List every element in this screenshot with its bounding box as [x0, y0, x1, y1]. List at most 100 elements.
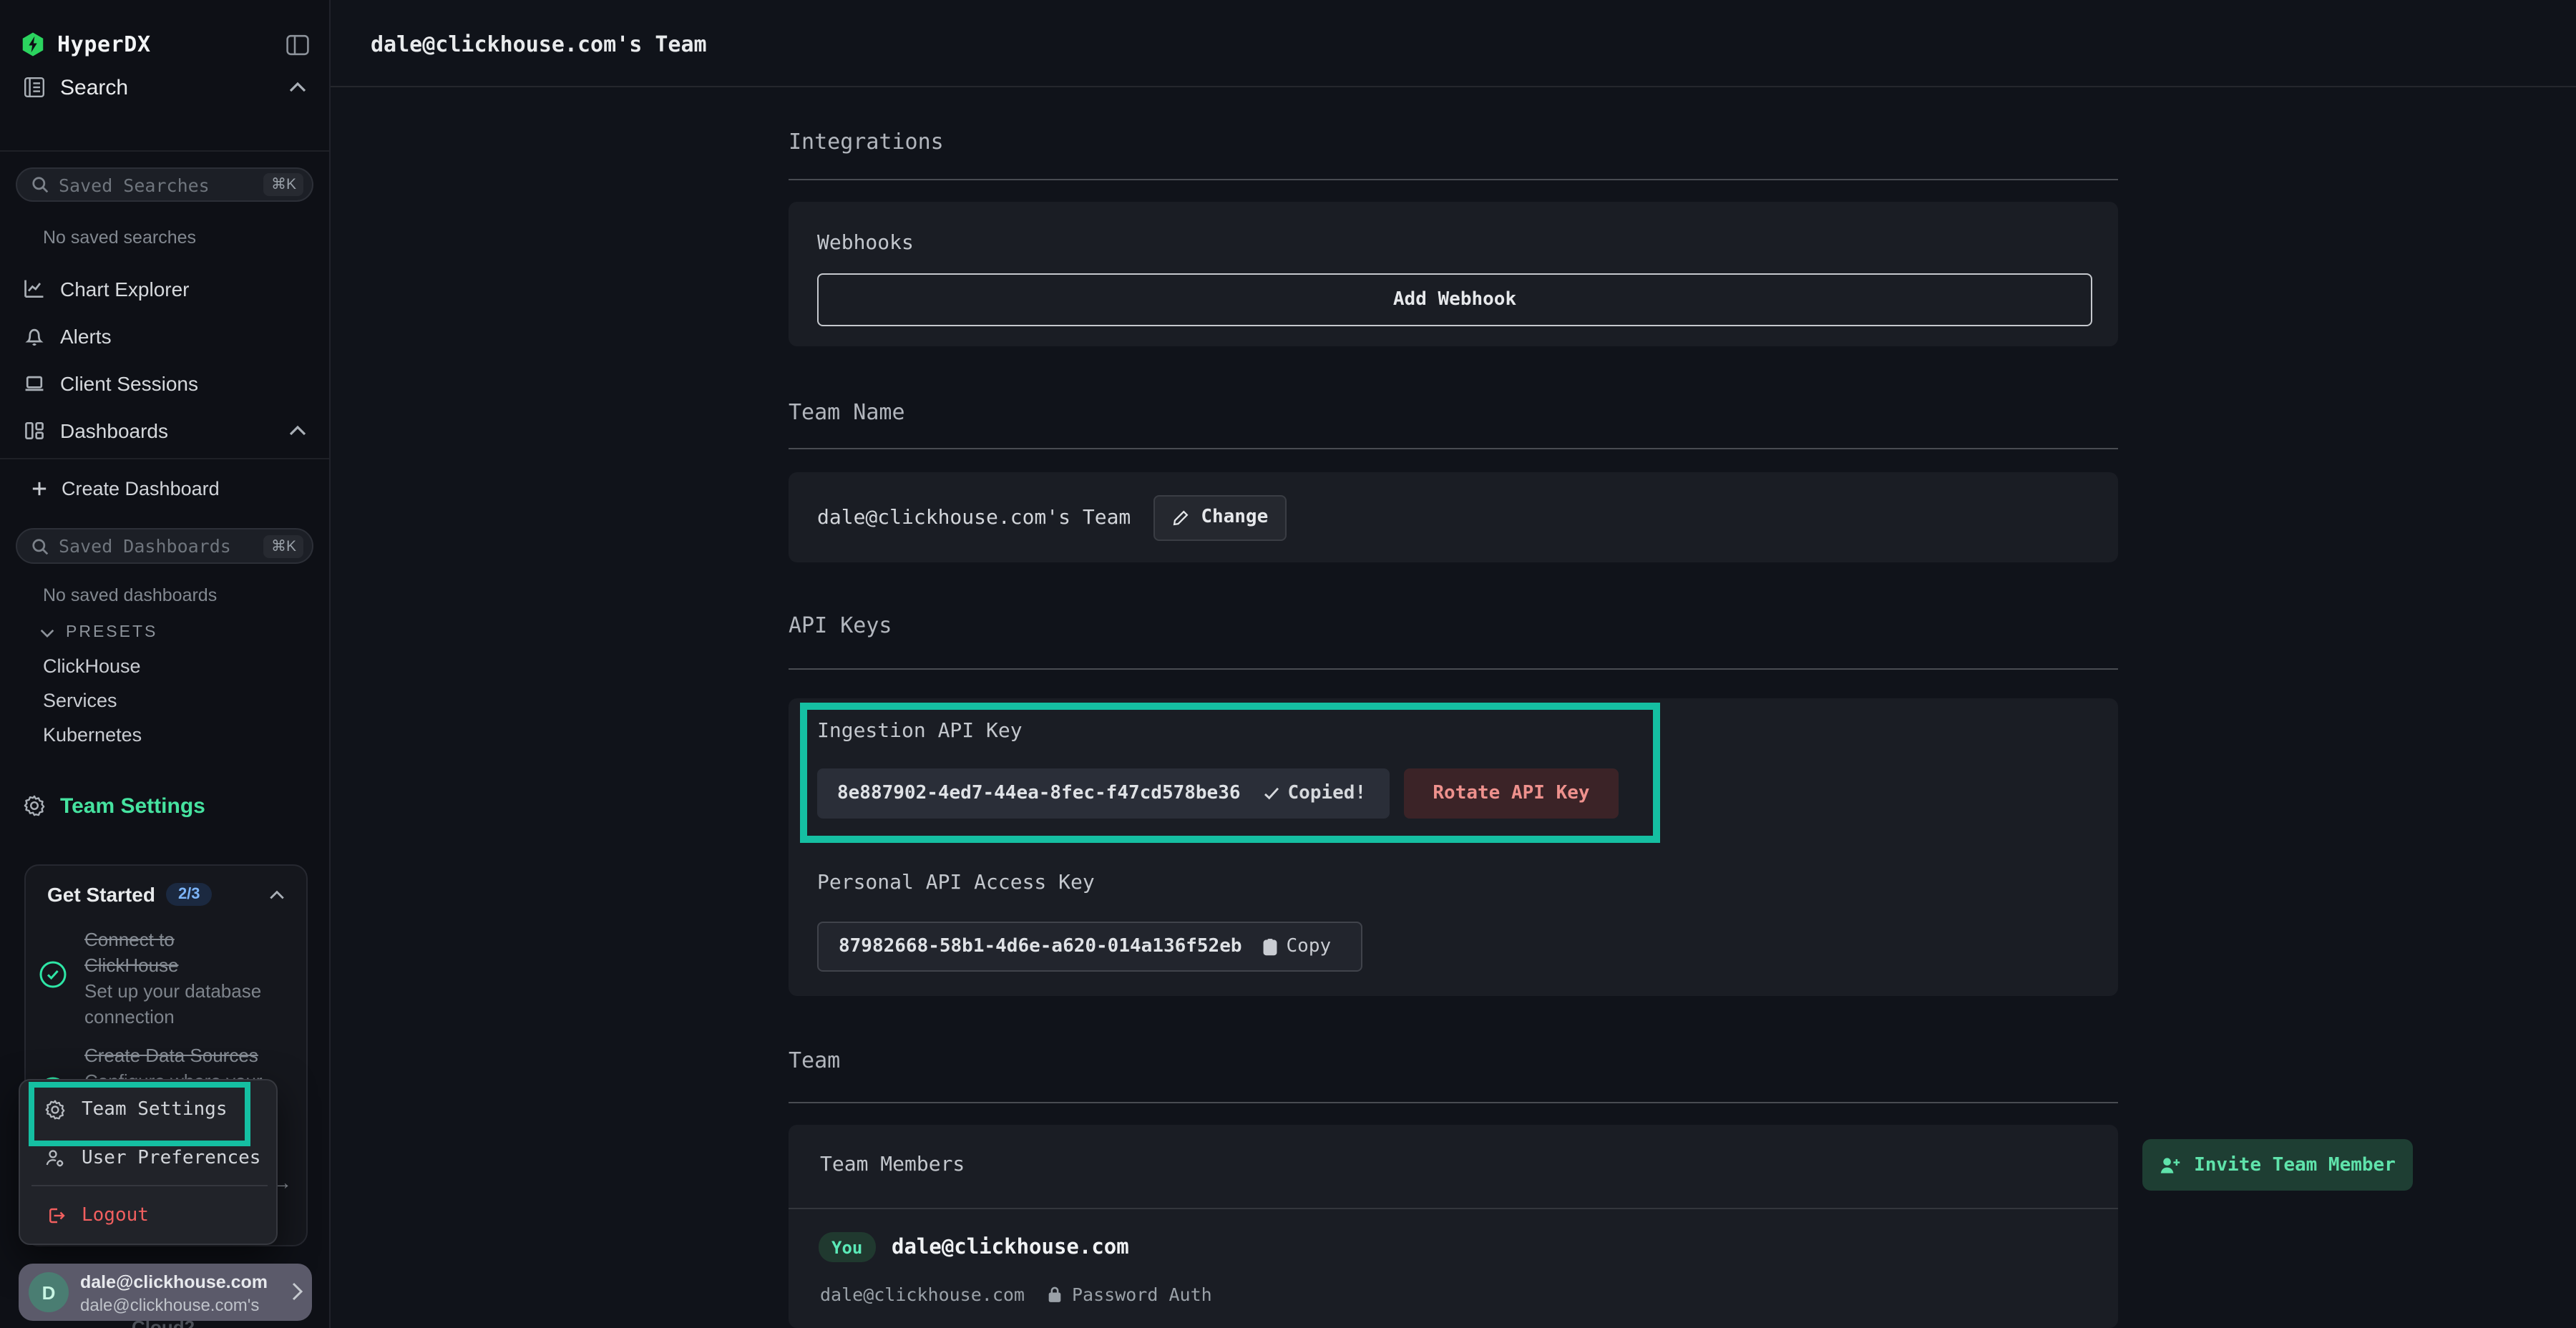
change-label: Change [1201, 507, 1268, 528]
team-name-card: dale@clickhouse.com's Team Change [789, 472, 2118, 562]
rotate-label: Rotate API Key [1433, 783, 1589, 804]
add-webhook-label: Add Webhook [1393, 289, 1516, 311]
section-title-api-keys: API Keys [789, 612, 1647, 638]
chevron-right-icon [292, 1282, 303, 1301]
section-title-integrations: Integrations [789, 129, 1647, 155]
user-team-subtitle: dale@clickhouse.com's [80, 1295, 280, 1315]
sidebar-collapse-icon[interactable] [286, 34, 309, 55]
copy-button[interactable]: Copy [1262, 936, 1332, 957]
api-keys-card: Ingestion API Key 8e887902-4ed7-44ea-8fe… [789, 698, 2118, 996]
chevron-up-icon [269, 889, 285, 899]
copied-indicator: Copied! [1264, 783, 1367, 804]
card-divider [789, 1208, 2118, 1209]
team-name-value: dale@clickhouse.com's Team [817, 506, 1131, 529]
shortcut-badge: ⌘K [264, 173, 303, 196]
step-title: Create Data Sources [84, 1043, 285, 1069]
you-badge: You [819, 1232, 875, 1262]
saved-searches-placeholder: Saved Searches [59, 174, 210, 195]
app-title: HyperDX [57, 31, 151, 57]
preset-kubernetes[interactable]: Kubernetes [43, 720, 301, 748]
saved-dashboards-input[interactable]: Saved Dashboards ⌘K [16, 528, 313, 564]
personal-api-key-chip[interactable]: 87982668-58b1-4d6e-a620-014a136f52eb Cop… [817, 922, 1362, 972]
saved-searches-input[interactable]: Saved Searches ⌘K [16, 167, 313, 202]
user-gear-icon [44, 1148, 66, 1169]
sidebar-section-search[interactable]: Search [23, 69, 306, 106]
sidebar-item-alerts[interactable]: Alerts [23, 319, 306, 353]
menu-item-label: Logout [82, 1205, 149, 1226]
check-circle-icon [39, 960, 67, 989]
clipboard-icon [1262, 937, 1278, 956]
team-members-label: Team Members [820, 1153, 965, 1176]
no-saved-searches-text: No saved searches [43, 228, 196, 248]
sidebar-item-dashboards[interactable]: Dashboards [23, 414, 306, 448]
person-plus-icon [2160, 1156, 2181, 1174]
rotate-api-key-button[interactable]: Rotate API Key [1404, 768, 1619, 819]
search-icon [31, 537, 49, 555]
section-title-team: Team [789, 1048, 1647, 1073]
member-details-row: dale@clickhouse.com Password Auth [820, 1284, 1212, 1305]
no-saved-dashboards-text: No saved dashboards [43, 585, 217, 605]
main-area: dale@clickhouse.com's Team Integrations … [329, 0, 2576, 1328]
nav-label: Dashboards [60, 419, 168, 442]
get-started-progress-badge: 2/3 [167, 883, 212, 906]
menu-item-logout[interactable]: Logout [20, 1196, 279, 1235]
divider [0, 150, 329, 152]
avatar: D [29, 1272, 69, 1312]
preset-label: Services [43, 689, 117, 711]
search-section-label: Search [60, 75, 128, 99]
menu-item-label: User Preferences [82, 1148, 260, 1169]
page-title: dale@clickhouse.com's Team [371, 31, 707, 57]
get-started-step[interactable]: Connect to ClickHouse Set up your databa… [84, 927, 270, 1030]
lock-icon [1048, 1285, 1062, 1304]
section-divider [789, 1102, 2118, 1103]
preset-services[interactable]: Services [43, 685, 301, 714]
gear-icon [23, 794, 46, 817]
logout-icon [44, 1205, 66, 1226]
section-divider [789, 448, 2118, 449]
preset-label: ClickHouse [43, 655, 141, 676]
saved-dashboards-placeholder: Saved Dashboards [59, 535, 231, 557]
get-started-title: Get Started [47, 883, 155, 906]
chart-icon [23, 278, 46, 301]
chevron-up-icon [289, 82, 306, 93]
menu-divider [31, 1185, 268, 1186]
personal-api-key-label: Personal API Access Key [817, 872, 1095, 894]
account-button[interactable]: D dale@clickhouse.com dale@clickhouse.co… [19, 1264, 312, 1321]
nav-label: Alerts [60, 325, 112, 348]
copied-label: Copied! [1288, 783, 1367, 804]
preset-clickhouse[interactable]: ClickHouse [43, 651, 301, 680]
get-started-header[interactable]: Get Started 2/3 [47, 879, 285, 910]
change-team-name-button[interactable]: Change [1153, 494, 1287, 540]
create-dashboard-label: Create Dashboard [62, 477, 220, 499]
sidebar-item-client-sessions[interactable]: Client Sessions [23, 366, 306, 401]
hyperdx-logo-icon [20, 31, 46, 57]
sidebar-item-team-settings[interactable]: Team Settings [23, 787, 306, 824]
presets-toggle[interactable]: PRESETS [40, 620, 298, 645]
annotation-highlight-team-settings [29, 1082, 250, 1146]
plus-icon [31, 480, 47, 496]
preset-label: Kubernetes [43, 723, 142, 745]
search-section-icon [23, 76, 46, 99]
pencil-icon [1172, 509, 1189, 526]
check-icon [1264, 787, 1279, 800]
app-root: HyperDX Search Saved Searches ⌘K No save… [0, 0, 2576, 1328]
create-dashboard-button[interactable]: Create Dashboard [31, 472, 303, 504]
divider [0, 458, 329, 459]
step-title: Connect to ClickHouse [84, 927, 270, 979]
add-webhook-button[interactable]: Add Webhook [817, 273, 2092, 326]
section-title-team-name: Team Name [789, 399, 1647, 425]
webhooks-label: Webhooks [817, 232, 914, 255]
invite-team-member-button[interactable]: Invite Team Member [2142, 1139, 2413, 1191]
team-members-card: Team Members Invite Team Member You dale… [789, 1125, 2118, 1328]
ingestion-api-key-label: Ingestion API Key [817, 720, 1023, 743]
page-header: dale@clickhouse.com's Team [329, 0, 2576, 87]
chevron-up-icon [289, 425, 306, 436]
sidebar-item-chart-explorer[interactable]: Chart Explorer [23, 272, 306, 306]
ingestion-api-key-chip[interactable]: 8e887902-4ed7-44ea-8fec-f47cd578be36 Cop… [817, 768, 1390, 819]
ingestion-api-key-value: 8e887902-4ed7-44ea-8fec-f47cd578be36 [837, 783, 1241, 804]
shortcut-badge: ⌘K [264, 534, 303, 557]
nav-label: Client Sessions [60, 372, 198, 395]
auth-method-label: Password Auth [1072, 1284, 1212, 1305]
invite-label: Invite Team Member [2194, 1154, 2396, 1176]
search-icon [31, 176, 49, 193]
